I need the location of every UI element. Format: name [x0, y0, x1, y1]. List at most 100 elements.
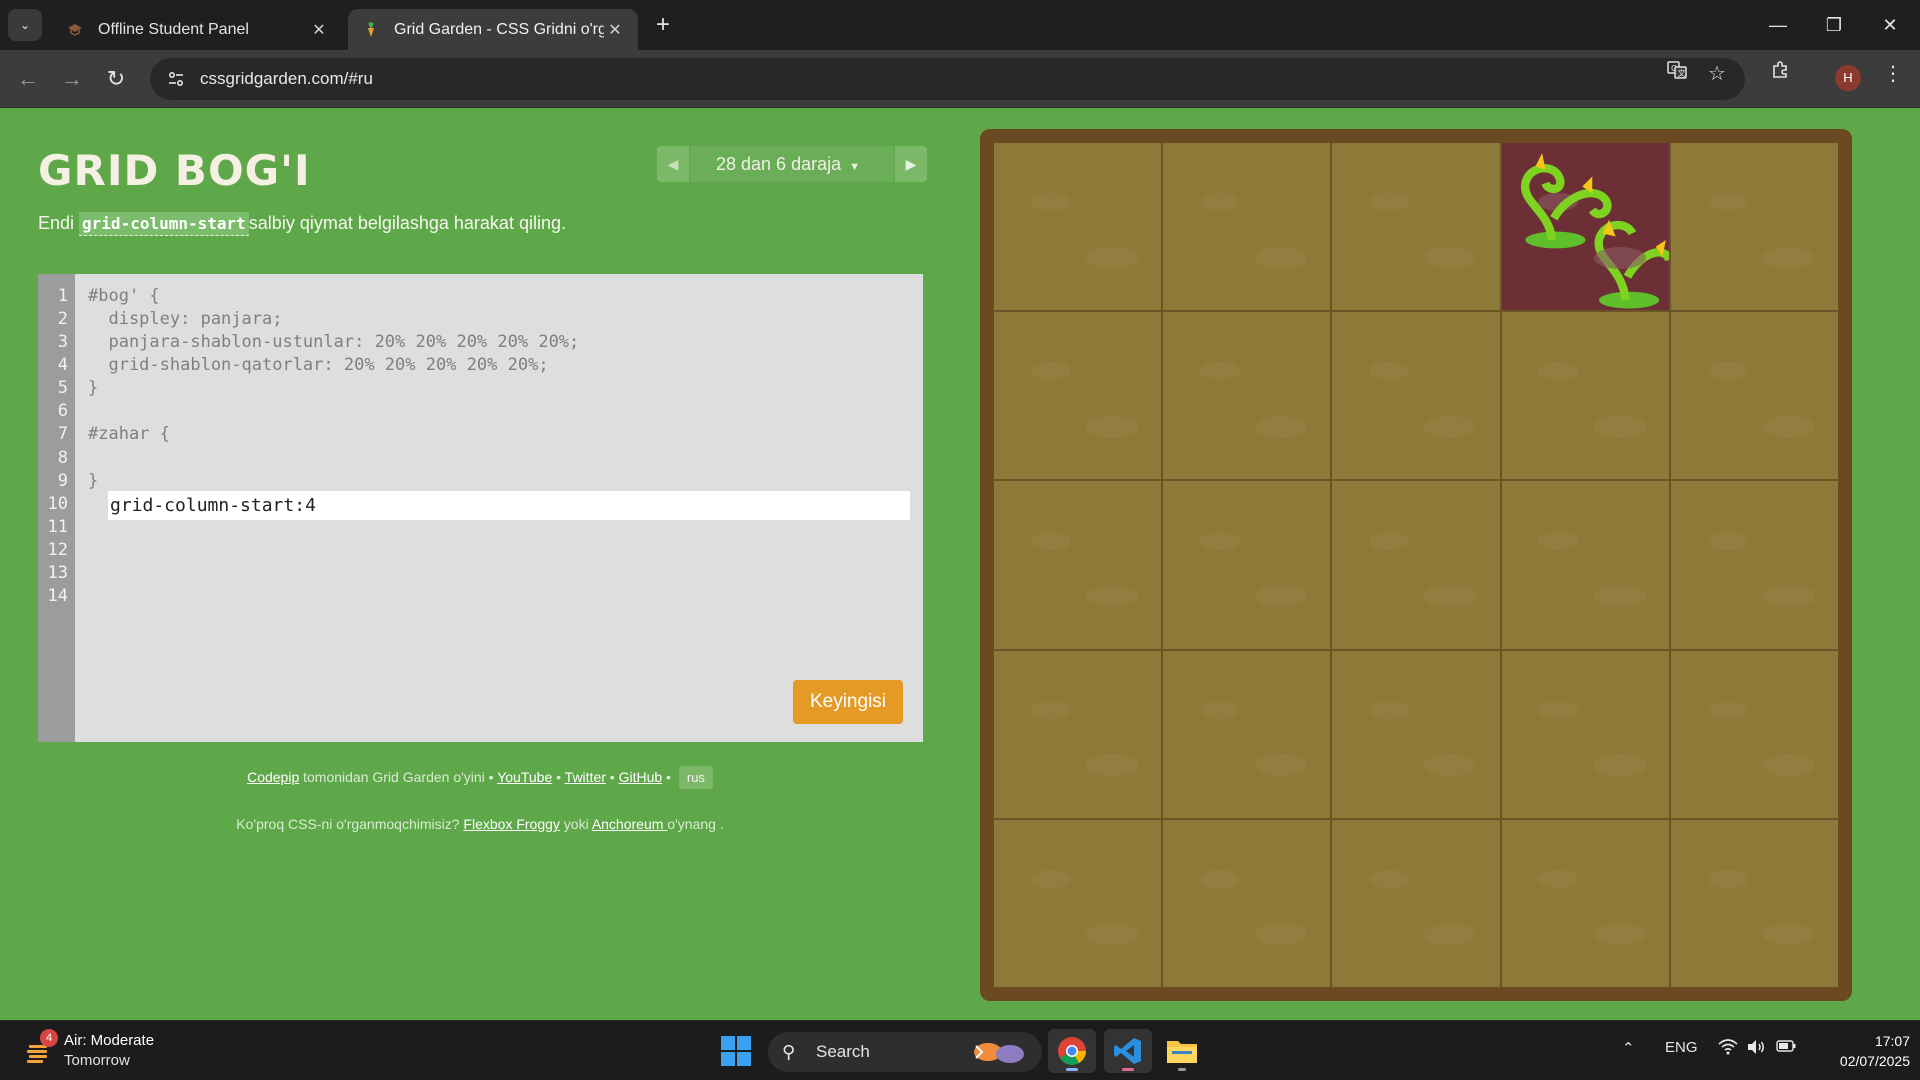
- close-icon[interactable]: ✕: [308, 19, 330, 41]
- battery-icon[interactable]: [1776, 1039, 1796, 1057]
- running-indicator: [1178, 1068, 1186, 1071]
- tab-title: Offline Student Panel: [98, 20, 249, 38]
- arrow-left-icon: ←: [17, 66, 39, 91]
- taskbar-search[interactable]: ⚲ Search: [768, 1032, 1042, 1072]
- github-link[interactable]: GitHub: [619, 769, 663, 785]
- separator: •: [605, 769, 619, 785]
- close-window-button[interactable]: ✕: [1870, 10, 1910, 40]
- new-tab-button[interactable]: +: [650, 12, 676, 38]
- next-level-button[interactable]: ▶: [895, 146, 927, 182]
- search-label: Search: [816, 1042, 870, 1061]
- line-number: 9: [57, 471, 68, 491]
- garden-grid: [994, 143, 1838, 987]
- soil-cell: [1501, 312, 1669, 480]
- instruction-prefix: Endi: [38, 213, 80, 233]
- more-games-line: Ko'proq CSS-ni o'rganmoqchimisiz? Flexbo…: [0, 816, 960, 832]
- show-hidden-icons-chevron-icon[interactable]: ⌃: [1622, 1039, 1635, 1057]
- soil-cell: [1670, 143, 1838, 311]
- line-number: 7: [57, 424, 68, 444]
- soil-cell: [994, 312, 1162, 480]
- profile-avatar[interactable]: H: [1835, 65, 1861, 91]
- code-line: }: [88, 471, 99, 491]
- code-line: }: [88, 378, 99, 398]
- more-prefix: Ko'proq CSS-ni o'rganmoqchimisiz?: [236, 816, 464, 832]
- instruction-text: salbiy qiymat belgilashga harakat qiling…: [248, 213, 566, 233]
- twitter-link[interactable]: Twitter: [565, 769, 606, 785]
- soil-cell: [1332, 650, 1500, 818]
- line-number: 8: [57, 448, 68, 468]
- reload-icon: ↻: [106, 66, 126, 91]
- close-icon[interactable]: ✕: [604, 19, 626, 41]
- tab-offline-student-panel[interactable]: Offline Student Panel ✕: [52, 9, 342, 50]
- language-indicator[interactable]: ENG: [1665, 1039, 1698, 1056]
- level-indicator-text: 28 dan 6 daraja: [716, 154, 842, 174]
- soil-cell: [1670, 312, 1838, 480]
- triangle-right-icon: ▶: [905, 156, 917, 172]
- youtube-link[interactable]: YouTube: [497, 769, 552, 785]
- site-favicon-icon: [66, 21, 84, 39]
- forward-button[interactable]: →: [56, 63, 88, 95]
- level-instructions: Endi grid-column-start salbiy qiymat belg…: [38, 212, 566, 236]
- page-content: GRID BOG'I ◀ 28 dan 6 daraja ▼ ▶ Endi gri…: [0, 108, 1920, 1020]
- anchoreum-link[interactable]: Anchoreum: [592, 816, 667, 832]
- clock-time: 17:07: [1874, 1033, 1910, 1049]
- soil-cell: [1163, 481, 1331, 649]
- line-number: 1: [57, 286, 68, 306]
- extensions-icon[interactable]: [1766, 59, 1796, 89]
- line-number: 14: [47, 586, 68, 606]
- line-number: 12: [47, 540, 68, 560]
- tab-grid-garden[interactable]: Grid Garden - CSS Gridni o'rganish ✕: [348, 9, 638, 50]
- chevron-down-icon: ⌄: [19, 18, 31, 32]
- site-info-icon[interactable]: [164, 67, 188, 91]
- soil-cell: [994, 481, 1162, 649]
- bookmark-star-icon[interactable]: ☆: [1702, 59, 1732, 89]
- restore-button[interactable]: ❐: [1814, 10, 1854, 40]
- wifi-icon[interactable]: [1718, 1039, 1738, 1059]
- windows-start-icon[interactable]: [720, 1035, 752, 1067]
- reload-button[interactable]: ↻: [100, 63, 132, 95]
- minimize-button[interactable]: —: [1758, 10, 1798, 40]
- line-number: 5: [57, 378, 68, 398]
- line-number-gutter: 1 2 3 4 5 6 7 8 9 10 11 12 13 14: [38, 274, 75, 742]
- taskbar-vscode[interactable]: [1104, 1029, 1152, 1073]
- browser-tab-bar: ⌄ Offline Student Panel ✕ Grid Garden - …: [0, 0, 1920, 50]
- page-title: GRID BOG'I: [38, 146, 311, 195]
- volume-icon[interactable]: [1746, 1039, 1766, 1059]
- system-clock[interactable]: 17:07 02/07/2025: [1810, 1031, 1910, 1071]
- folder-icon: [1167, 1041, 1197, 1063]
- code-line: displey: panjara;: [88, 309, 283, 329]
- menu-icon[interactable]: ⋮: [1878, 59, 1908, 89]
- level-navigation: ◀ 28 dan 6 daraja ▼ ▶: [657, 146, 927, 182]
- weather-title: Air: Moderate: [64, 1032, 155, 1049]
- address-bar[interactable]: cssgridgarden.com/#ru: [150, 58, 1745, 100]
- codepip-link[interactable]: Codepip: [247, 769, 299, 785]
- arrow-right-icon: →: [61, 66, 83, 91]
- flexbox-froggy-link[interactable]: Flexbox Froggy: [463, 816, 559, 832]
- credits-line: Codepip tomonidan Grid Garden o'yini • Y…: [0, 766, 960, 789]
- css-property-tooltip[interactable]: grid-column-start: [79, 212, 249, 236]
- tab-search-button[interactable]: ⌄: [8, 9, 42, 41]
- taskbar-chrome[interactable]: [1048, 1029, 1096, 1073]
- next-button[interactable]: Keyingisi: [793, 680, 903, 724]
- svg-text:文: 文: [1678, 68, 1686, 78]
- language-selector[interactable]: rus: [678, 766, 713, 789]
- windows-taskbar: 4 Air: Moderate Tomorrow ⚲ Search ⌃ ENG …: [0, 1020, 1920, 1080]
- line-number: 6: [57, 401, 68, 421]
- soil-cell: [1670, 819, 1838, 987]
- translate-icon[interactable]: G文: [1662, 59, 1692, 89]
- tab-title: Grid Garden - CSS Gridni o'rganish: [394, 20, 604, 38]
- previous-level-button[interactable]: ◀: [657, 146, 689, 182]
- soil-cell: [1163, 312, 1331, 480]
- css-code-input[interactable]: [108, 491, 910, 520]
- back-button[interactable]: ←: [12, 63, 44, 95]
- level-dropdown[interactable]: 28 dan 6 daraja ▼: [689, 146, 895, 182]
- poison-plant-icon: [1520, 153, 1669, 309]
- code-line: #zahar {: [88, 424, 170, 444]
- code-line: #bog' {: [88, 286, 160, 306]
- code-line: grid-shablon-qatorlar: 20% 20% 20% 20% 2…: [88, 355, 549, 375]
- more-suffix: o'ynang .: [667, 816, 724, 832]
- poison-cell: [1501, 143, 1669, 311]
- line-number: 10: [47, 494, 68, 514]
- taskbar-file-explorer[interactable]: [1158, 1029, 1206, 1073]
- soil-cell: [994, 143, 1162, 311]
